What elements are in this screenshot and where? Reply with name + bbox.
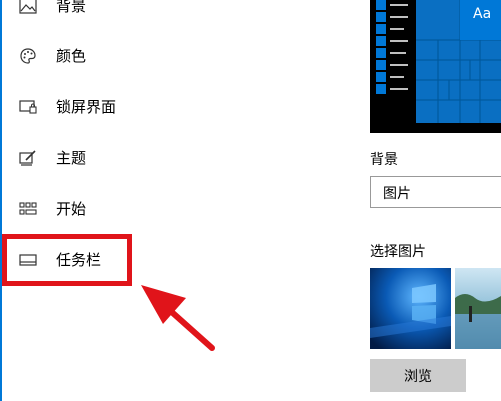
start-preview: Aa [370, 0, 501, 133]
picture-thumbnail-1[interactable] [370, 268, 451, 349]
picture-thumbnail-2[interactable] [455, 268, 501, 349]
background-dropdown-value: 图片 [383, 186, 411, 202]
browse-button[interactable]: 浏览 [370, 359, 466, 392]
background-dropdown[interactable]: 图片 [370, 176, 501, 208]
choose-picture-label: 选择图片 [370, 244, 426, 260]
preview-tile-text: Aa [473, 6, 492, 22]
red-arrow-annotation [141, 285, 215, 351]
background-section-label: 背景 [370, 152, 398, 168]
